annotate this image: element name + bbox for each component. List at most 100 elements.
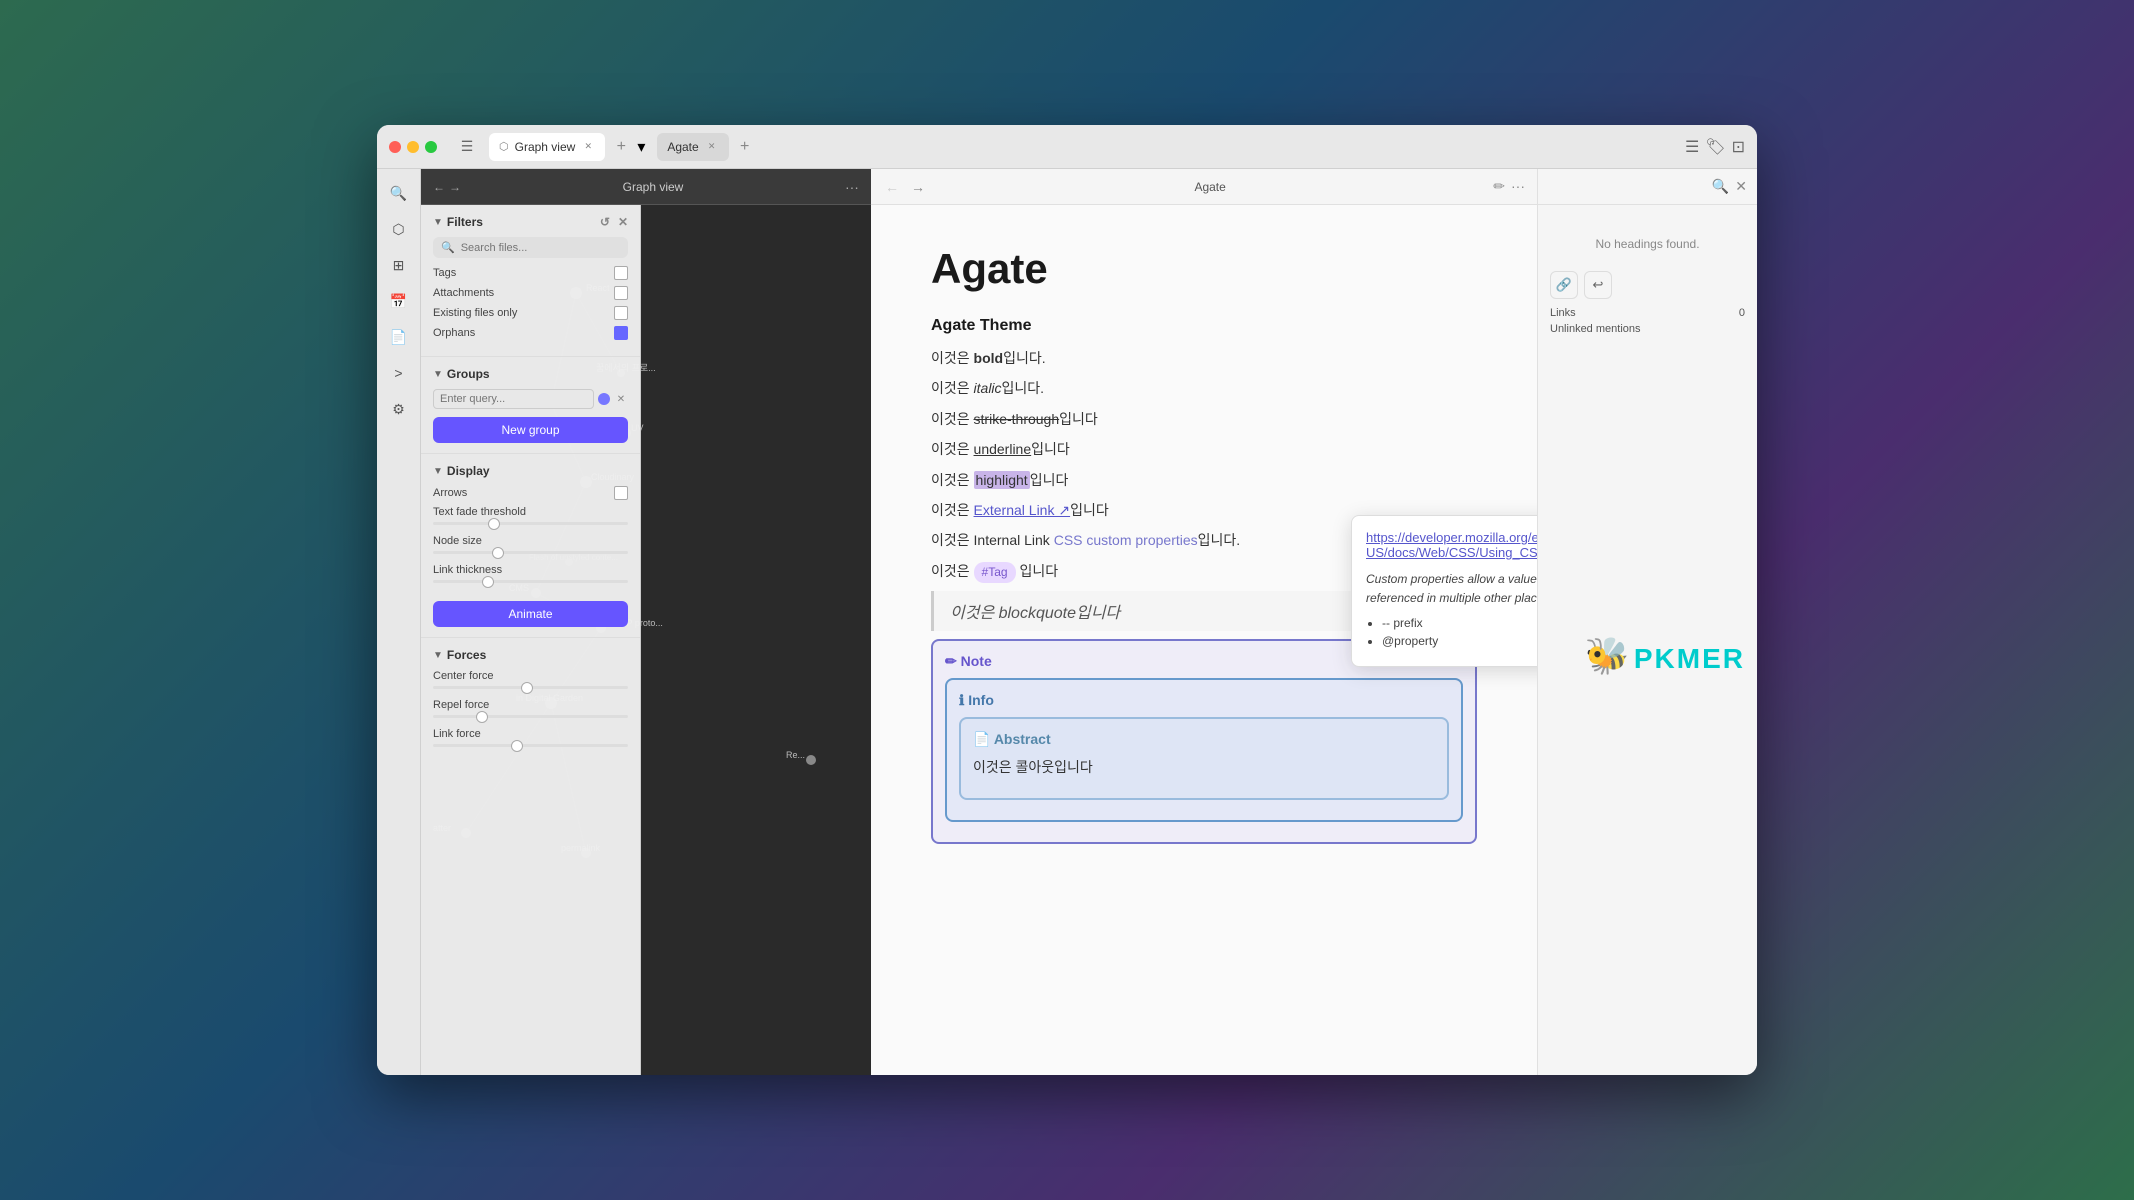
- node-size-thumb[interactable]: [492, 547, 504, 559]
- close-panel-icon[interactable]: ✕: [1735, 178, 1747, 195]
- info-header: ℹ Info: [959, 692, 1449, 709]
- graph-panel: ← → Graph view ···: [421, 169, 871, 1075]
- repel-force-slider[interactable]: [433, 715, 628, 718]
- back-icon[interactable]: ←: [433, 180, 445, 194]
- files-sidebar-btn[interactable]: 📄: [383, 321, 415, 353]
- search-panel-icon[interactable]: 🔍: [1712, 178, 1729, 195]
- center-force-thumb[interactable]: [521, 682, 533, 694]
- editor-title: Agate: [1194, 180, 1225, 194]
- color-dot[interactable]: [598, 393, 610, 405]
- tab-graph-label: Graph view: [515, 140, 576, 154]
- display-arrow[interactable]: ▼: [433, 466, 443, 477]
- text-fade-row: Text fade threshold: [433, 506, 628, 525]
- network-sidebar-btn[interactable]: ⬡: [383, 213, 415, 245]
- terminal-sidebar-btn[interactable]: >: [383, 357, 415, 389]
- link-thickness-thumb[interactable]: [482, 576, 494, 588]
- unlinked-label: Unlinked mentions: [1550, 323, 1641, 335]
- ext-link[interactable]: External Link ↗: [974, 502, 1071, 518]
- link-action-icon[interactable]: 🔗: [1550, 271, 1578, 299]
- forces-arrow[interactable]: ▼: [433, 650, 443, 661]
- bold-text: bold: [974, 350, 1004, 366]
- right-panel-content: No headings found. 🔗 ↩ Links 0 Unlinked …: [1538, 205, 1757, 1075]
- center-force-slider[interactable]: [433, 686, 628, 689]
- tab-add-button[interactable]: +: [609, 135, 633, 159]
- links-label: Links: [1550, 307, 1576, 319]
- tab-agate-close[interactable]: ✕: [705, 140, 719, 154]
- layout-icon[interactable]: ☰: [1685, 137, 1699, 157]
- editor-actions: ✏ ···: [1493, 178, 1525, 195]
- editor-content: Agate Agate Theme 이것은 bold입니다. 이것은 itali…: [871, 205, 1537, 1075]
- tab-agate[interactable]: Agate ✕: [657, 133, 728, 161]
- tab-add-button2[interactable]: +: [733, 135, 757, 159]
- groups-arrow[interactable]: ▼: [433, 369, 443, 380]
- tabs-bar: ⬡ Graph view ✕ + ▾ Agate ✕ +: [489, 133, 1677, 161]
- orphans-checkbox[interactable]: [614, 326, 628, 340]
- search-input[interactable]: [461, 242, 620, 254]
- info-title: Info: [968, 692, 994, 708]
- close-button[interactable]: [389, 141, 401, 153]
- text-fade-slider[interactable]: [433, 522, 628, 525]
- svg-text:Re...: Re...: [786, 750, 805, 760]
- backlink-action-icon[interactable]: ↩: [1584, 271, 1612, 299]
- node-size-slider[interactable]: [433, 551, 628, 554]
- unlinked-row: Unlinked mentions: [1550, 323, 1745, 335]
- minimize-button[interactable]: [407, 141, 419, 153]
- tab-chevron[interactable]: ▾: [637, 137, 653, 157]
- existing-files-checkbox[interactable]: [614, 306, 628, 320]
- maximize-button[interactable]: [425, 141, 437, 153]
- doc-title: Agate: [931, 245, 1477, 293]
- right-panel: 🔍 ✕ No headings found. 🔗 ↩ Links 0 Unlin…: [1537, 169, 1757, 1075]
- filters-section: ▼ Filters ↺ ✕ 🔍 Tags A: [421, 205, 640, 357]
- arrows-checkbox[interactable]: [614, 486, 628, 500]
- attachments-checkbox[interactable]: [614, 286, 628, 300]
- tooltip-item-2: @property: [1382, 634, 1537, 648]
- link-force-slider[interactable]: [433, 744, 628, 747]
- display-header: ▼ Display: [433, 464, 628, 478]
- filter-row-tags: Tags: [433, 266, 628, 280]
- attachments-label: Attachments: [433, 287, 494, 299]
- filter-row-orphans: Orphans: [433, 326, 628, 340]
- filters-close-icon[interactable]: ✕: [618, 215, 628, 229]
- forward-icon[interactable]: →: [449, 180, 461, 194]
- more-icon[interactable]: ···: [1511, 178, 1525, 195]
- abstract-header: 📄 Abstract: [973, 731, 1435, 748]
- split-icon[interactable]: ⊡: [1732, 137, 1745, 157]
- query-close-btn[interactable]: ✕: [614, 392, 628, 406]
- note-title: Note: [961, 653, 992, 669]
- filter-panel: ▼ Filters ↺ ✕ 🔍 Tags A: [421, 205, 641, 1075]
- repel-force-thumb[interactable]: [476, 711, 488, 723]
- forces-section: ▼ Forces Center force Repel force: [421, 638, 640, 767]
- traffic-lights: [389, 141, 437, 153]
- settings-sidebar-btn[interactable]: ⚙: [383, 393, 415, 425]
- link-thickness-slider[interactable]: [433, 580, 628, 583]
- animate-button[interactable]: Animate: [433, 601, 628, 627]
- forward-nav-btn[interactable]: →: [909, 177, 927, 197]
- edit-icon[interactable]: ✏: [1493, 178, 1505, 195]
- filters-arrow[interactable]: ▼: [433, 217, 443, 228]
- filter-row-existing: Existing files only: [433, 306, 628, 320]
- query-input[interactable]: [433, 389, 594, 409]
- search-sidebar-btn[interactable]: 🔍: [383, 177, 415, 209]
- bookmark-icon[interactable]: 🏷: [1705, 137, 1725, 157]
- tags-checkbox[interactable]: [614, 266, 628, 280]
- tag-badge[interactable]: #Tag: [974, 562, 1016, 583]
- pkmer-text: PKMER: [1634, 643, 1745, 674]
- grid-sidebar-btn[interactable]: ⊞: [383, 249, 415, 281]
- graph-title: Graph view: [623, 180, 684, 194]
- tooltip-link[interactable]: https://developer.mozilla.org/en-US/docs…: [1366, 530, 1537, 560]
- back-nav-btn[interactable]: ←: [883, 177, 901, 197]
- calendar-sidebar-btn[interactable]: 📅: [383, 285, 415, 317]
- groups-section: ▼ Groups ✕ New group: [421, 357, 640, 454]
- filters-header: ▼ Filters ↺ ✕: [433, 215, 628, 229]
- no-headings-text: No headings found.: [1550, 237, 1745, 251]
- text-fade-thumb[interactable]: [488, 518, 500, 530]
- graph-menu-icon[interactable]: ···: [845, 179, 859, 195]
- new-group-button[interactable]: New group: [433, 417, 628, 443]
- tab-graph-close[interactable]: ✕: [581, 140, 595, 154]
- link-force-thumb[interactable]: [511, 740, 523, 752]
- sidebar-toggle-button[interactable]: ☰: [453, 133, 481, 161]
- tooltip-text: Custom properties allow a value to be de…: [1366, 570, 1537, 608]
- tab-graph-view[interactable]: ⬡ Graph view ✕: [489, 133, 605, 161]
- int-link[interactable]: CSS custom properties: [1054, 532, 1198, 548]
- filters-refresh-icon[interactable]: ↺: [600, 215, 610, 229]
